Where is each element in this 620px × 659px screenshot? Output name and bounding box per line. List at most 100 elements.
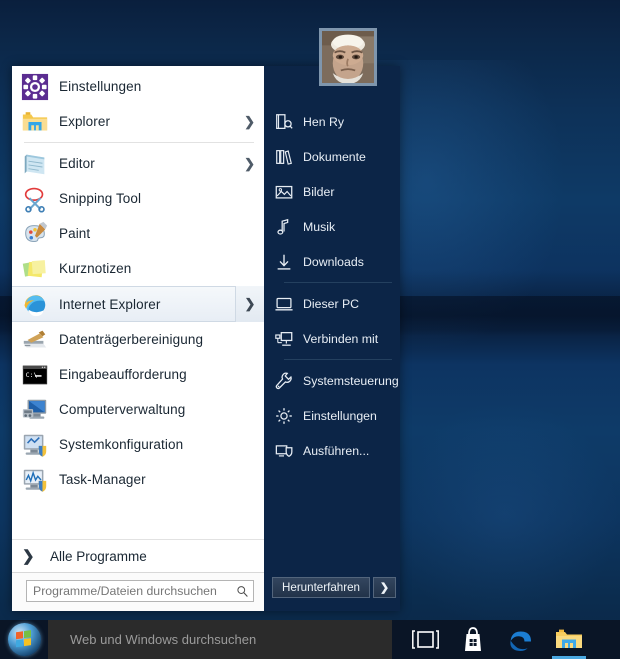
program-item-explorer[interactable]: Explorer ❯: [12, 104, 264, 139]
program-item-label: Paint: [59, 226, 91, 241]
chevron-right-icon: ❯: [379, 582, 390, 594]
microsoft-edge-icon[interactable]: [497, 620, 545, 659]
place-item-dokumente[interactable]: Dokumente: [264, 139, 400, 174]
place-item-dieser-pc[interactable]: Dieser PC: [264, 286, 400, 321]
place-item-downloads[interactable]: Downloads: [264, 244, 400, 279]
personal-folder-icon: [273, 111, 295, 133]
notepad-icon: [20, 149, 50, 179]
program-item-label: Kurznotizen: [59, 261, 132, 276]
taskbar-search-box[interactable]: Web und Windows durchsuchen: [48, 620, 392, 659]
program-item-label: Internet Explorer: [59, 296, 161, 312]
program-item-label: Computerverwaltung: [59, 402, 186, 417]
search-input[interactable]: [27, 584, 231, 598]
internet-explorer-icon: [20, 289, 50, 319]
scissors-icon: [20, 184, 50, 214]
file-explorer-icon[interactable]: [545, 620, 593, 659]
place-item-label: Dieser PC: [303, 296, 360, 311]
place-item-label: Downloads: [303, 254, 364, 269]
program-item-eingabeaufforderung[interactable]: Eingabeaufforderung: [12, 357, 264, 392]
taskbar: Web und Windows durchsuchen: [0, 620, 620, 659]
search-magnifier-icon[interactable]: [231, 585, 253, 598]
all-programs-label: Alle Programme: [50, 548, 147, 564]
taskbar-icon-strip: [401, 620, 593, 659]
program-item-label: Explorer: [59, 114, 111, 129]
connect-to-icon: [273, 328, 295, 350]
shutdown-options-button[interactable]: ❯: [372, 577, 396, 598]
shutdown-area: Herunterfahren ❯: [272, 577, 396, 598]
place-item-bilder[interactable]: Bilder: [264, 174, 400, 209]
program-item-label: Editor: [59, 156, 95, 171]
jumplist-expand-button[interactable]: ❯: [235, 286, 264, 322]
windows-orb-start-icon: [7, 623, 41, 656]
disk-cleanup-icon: [20, 325, 50, 355]
system-configuration-icon: [20, 430, 50, 460]
program-item-einstellungen[interactable]: Einstellungen: [12, 69, 264, 104]
program-item-editor[interactable]: Editor ❯: [12, 146, 264, 181]
gear-icon: [273, 405, 295, 427]
sticky-notes-icon: [20, 254, 50, 284]
program-item-task-manager[interactable]: Task-Manager: [12, 462, 264, 497]
start-menu: Einstellungen Explorer ❯ Editor ❯ Snipping To…: [12, 28, 400, 611]
start-menu-left-pane: Einstellungen Explorer ❯ Editor ❯ Snipping To…: [12, 66, 264, 611]
divider: [24, 142, 254, 143]
shutdown-label: Herunterfahren: [282, 581, 360, 594]
user-avatar-photo: [322, 31, 374, 83]
program-item-label: Eingabeaufforderung: [59, 367, 187, 382]
chevron-right-icon: ❯: [22, 548, 35, 565]
task-view-icon[interactable]: [401, 620, 449, 659]
shutdown-button[interactable]: Herunterfahren: [272, 577, 370, 598]
chevron-right-icon[interactable]: ❯: [244, 156, 255, 172]
chevron-right-icon[interactable]: ❯: [244, 114, 255, 130]
program-list: Einstellungen Explorer ❯ Editor ❯ Snipping To…: [12, 66, 264, 539]
program-item-label: Task-Manager: [59, 472, 146, 487]
place-item-label: Hen Ry: [303, 114, 345, 129]
place-item-ausf-hren[interactable]: Ausführen...: [264, 433, 400, 468]
place-item-musik[interactable]: Musik: [264, 209, 400, 244]
place-item-label: Dokumente: [303, 149, 366, 164]
computer-management-icon: [20, 395, 50, 425]
wallpaper-haze-lower: [390, 400, 620, 630]
place-item-verbinden-mit[interactable]: Verbinden mit: [264, 321, 400, 356]
program-item-kurznotizen[interactable]: Kurznotizen: [12, 251, 264, 286]
program-item-internet-explorer[interactable]: Internet Explorer ❯: [12, 286, 264, 322]
start-button[interactable]: [0, 620, 48, 659]
avatar[interactable]: [319, 28, 377, 86]
program-item-label: Systemkonfiguration: [59, 437, 184, 452]
command-prompt-icon: [20, 360, 50, 390]
place-item-label: Bilder: [303, 184, 335, 199]
pictures-icon: [273, 181, 295, 203]
place-item-label: Musik: [303, 219, 336, 234]
program-item-paint[interactable]: Paint: [12, 216, 264, 251]
divider: [284, 282, 392, 283]
search-area: [12, 572, 264, 611]
place-item-label: Ausführen...: [303, 443, 370, 458]
program-item-computerverwaltung[interactable]: Computerverwaltung: [12, 392, 264, 427]
task-manager-icon: [20, 465, 50, 495]
taskbar-search-placeholder: Web und Windows durchsuchen: [70, 632, 257, 647]
all-programs-item[interactable]: ❯ Alle Programme: [12, 539, 264, 572]
place-item-label: Einstellungen: [303, 408, 377, 423]
program-item-label: Snipping Tool: [59, 191, 142, 206]
downloads-arrow-icon: [273, 251, 295, 273]
wrench-icon: [273, 370, 295, 392]
places-list: Hen Ry Dokumente Bilder Musik Downloads Diese…: [264, 104, 400, 468]
program-item-systemkonfiguration[interactable]: Systemkonfiguration: [12, 427, 264, 462]
microsoft-store-icon[interactable]: [449, 620, 497, 659]
start-menu-right-pane: Hen Ry Dokumente Bilder Musik Downloads Diese…: [264, 28, 400, 611]
settings-gear-icon: [20, 72, 50, 102]
run-shield-icon: [273, 440, 295, 462]
place-item-hen-ry[interactable]: Hen Ry: [264, 104, 400, 139]
place-item-systemsteuerung[interactable]: Systemsteuerung: [264, 363, 400, 398]
paint-palette-icon: [20, 219, 50, 249]
program-item-datentr-gerbereinigung[interactable]: Datenträgerbereinigung: [12, 322, 264, 357]
place-item-label: Systemsteuerung: [303, 373, 399, 388]
program-item-label: Einstellungen: [59, 79, 142, 94]
program-item-snipping-tool[interactable]: Snipping Tool: [12, 181, 264, 216]
search-box[interactable]: [26, 580, 254, 602]
divider: [284, 359, 392, 360]
program-item-label: Datenträgerbereinigung: [59, 332, 204, 347]
place-item-einstellungen[interactable]: Einstellungen: [264, 398, 400, 433]
this-pc-icon: [273, 293, 295, 315]
documents-icon: [273, 146, 295, 168]
place-item-label: Verbinden mit: [303, 331, 379, 346]
